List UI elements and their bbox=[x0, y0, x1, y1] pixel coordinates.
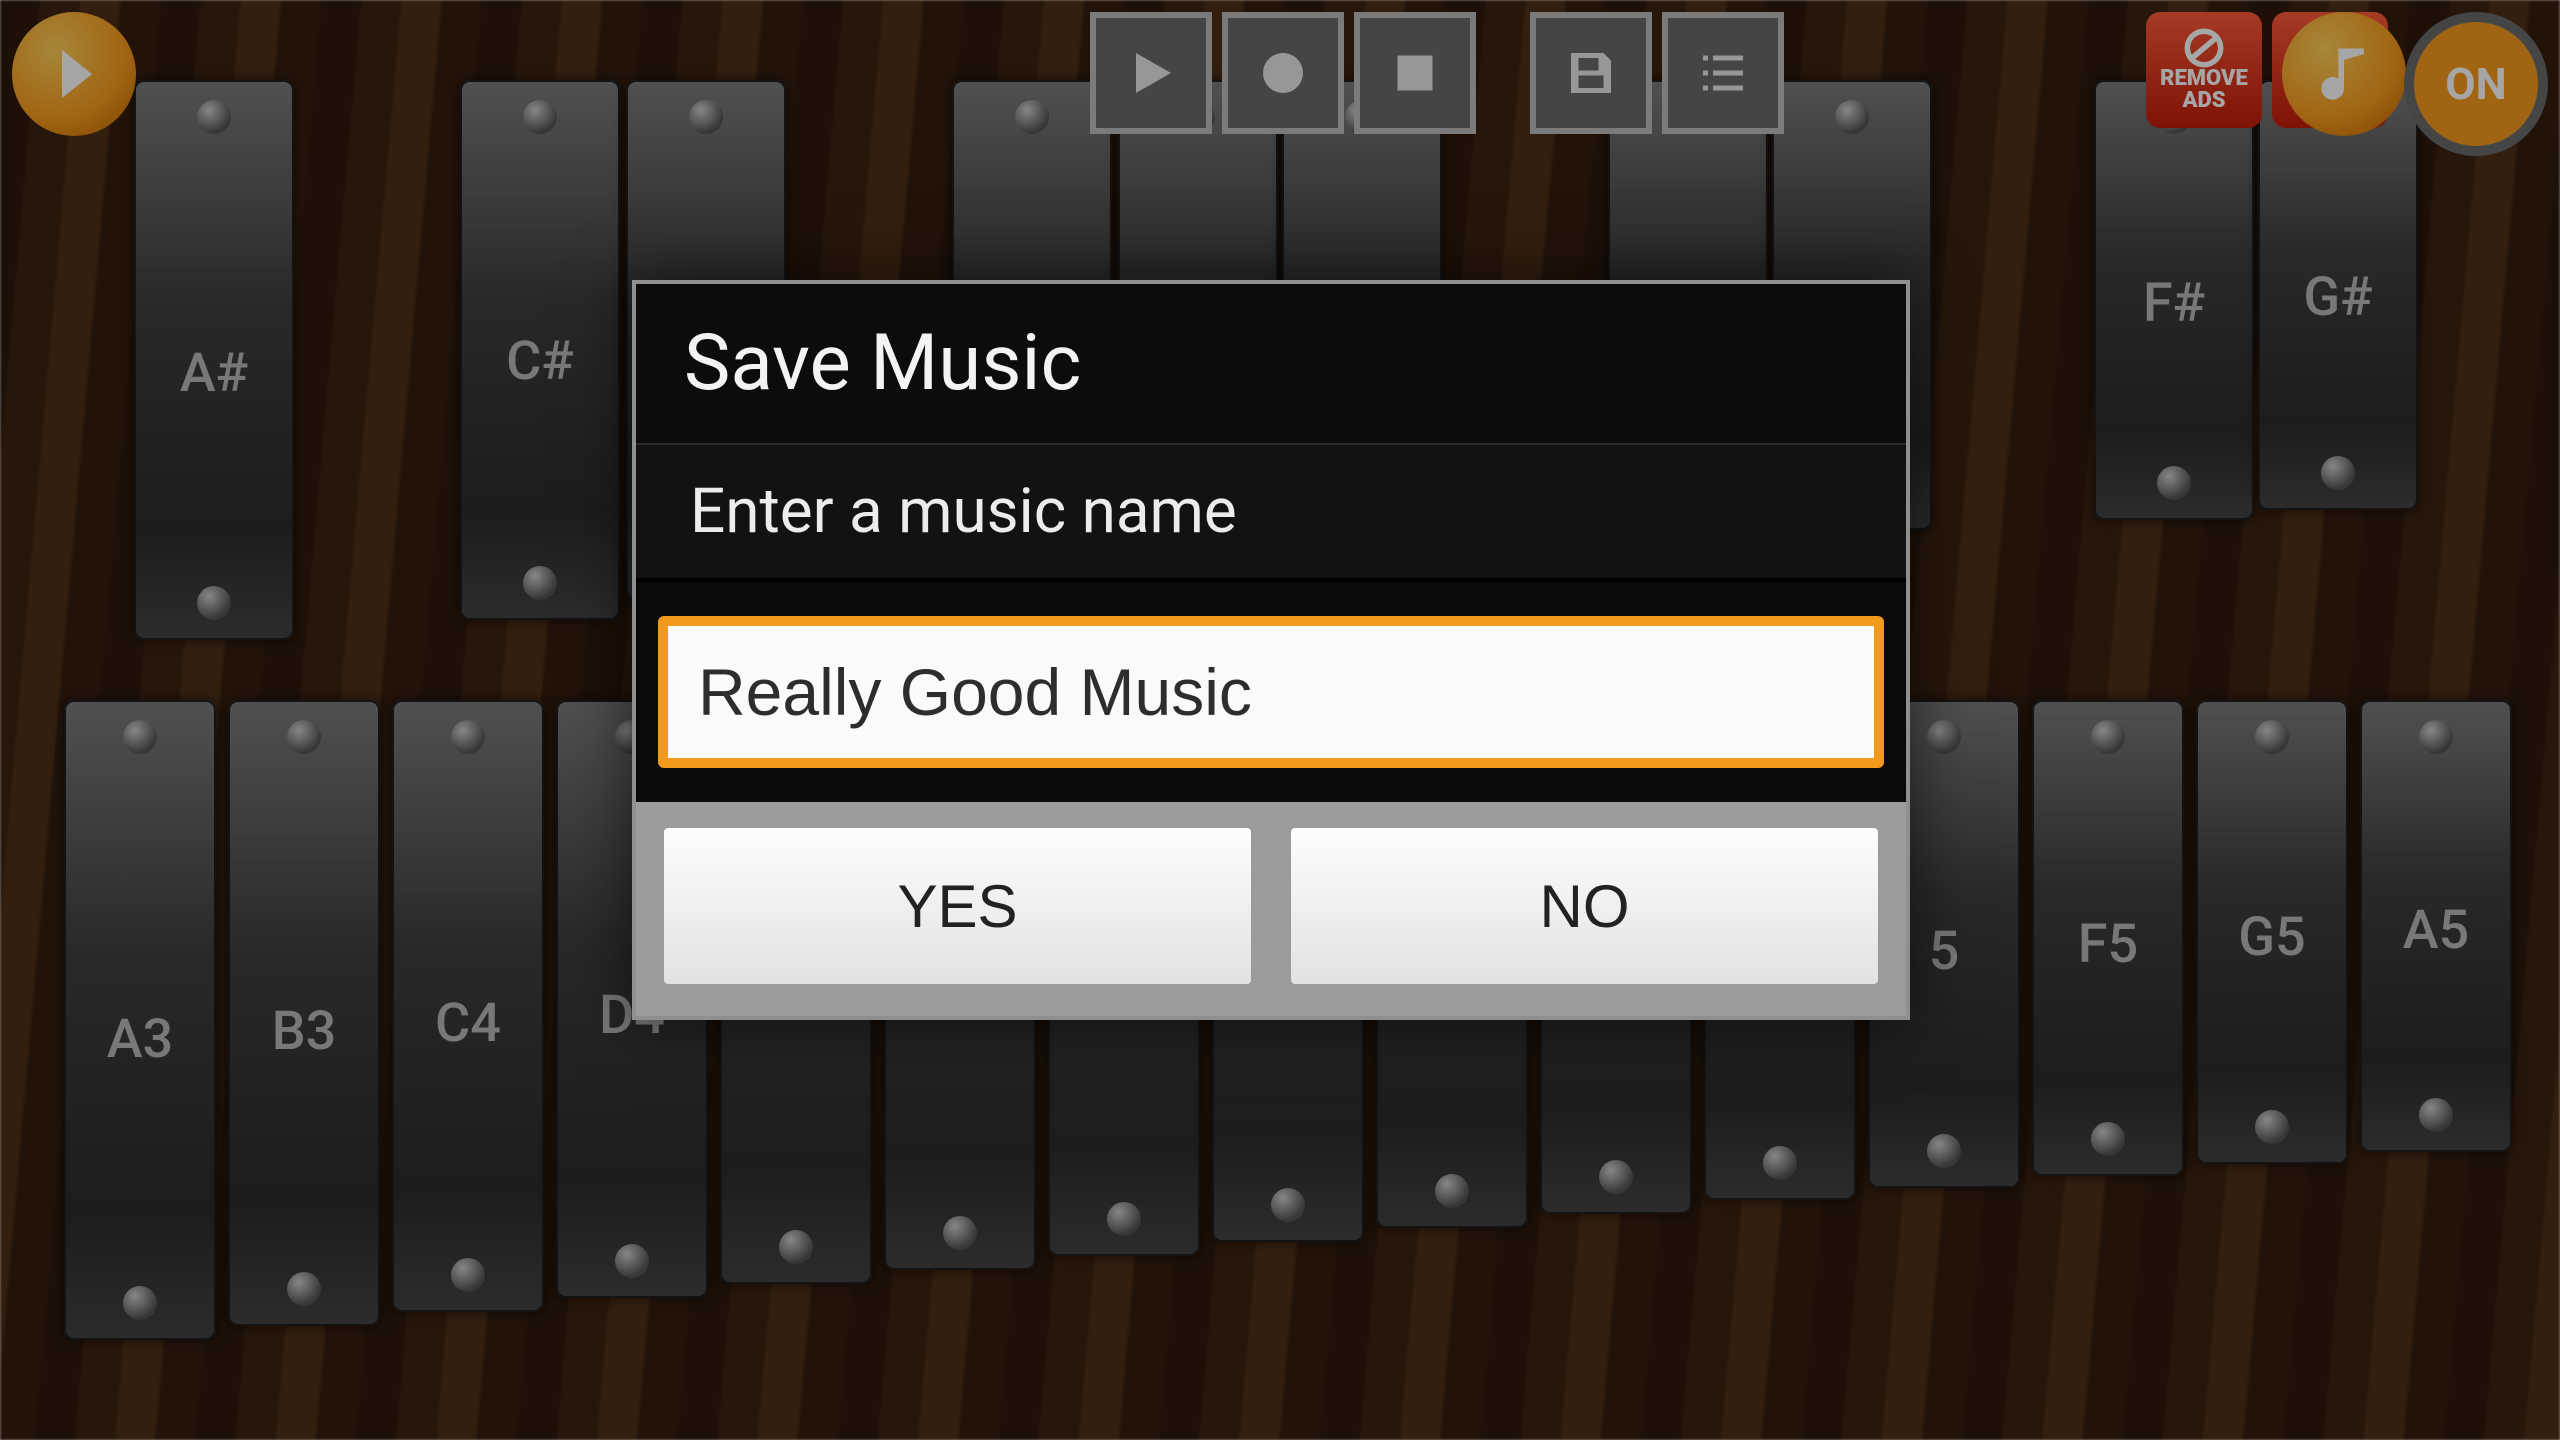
save-music-dialog: Save Music Enter a music name YES NO bbox=[632, 280, 1910, 1020]
dialog-prompt: Enter a music name bbox=[636, 445, 1906, 582]
dialog-input-wrap bbox=[636, 582, 1906, 802]
dialog-title: Save Music bbox=[684, 318, 1858, 409]
yes-button[interactable]: YES bbox=[662, 826, 1253, 986]
music-name-input[interactable] bbox=[658, 616, 1884, 768]
dialog-buttons: YES NO bbox=[636, 802, 1906, 1016]
dialog-header: Save Music bbox=[636, 284, 1906, 445]
no-button[interactable]: NO bbox=[1289, 826, 1880, 986]
